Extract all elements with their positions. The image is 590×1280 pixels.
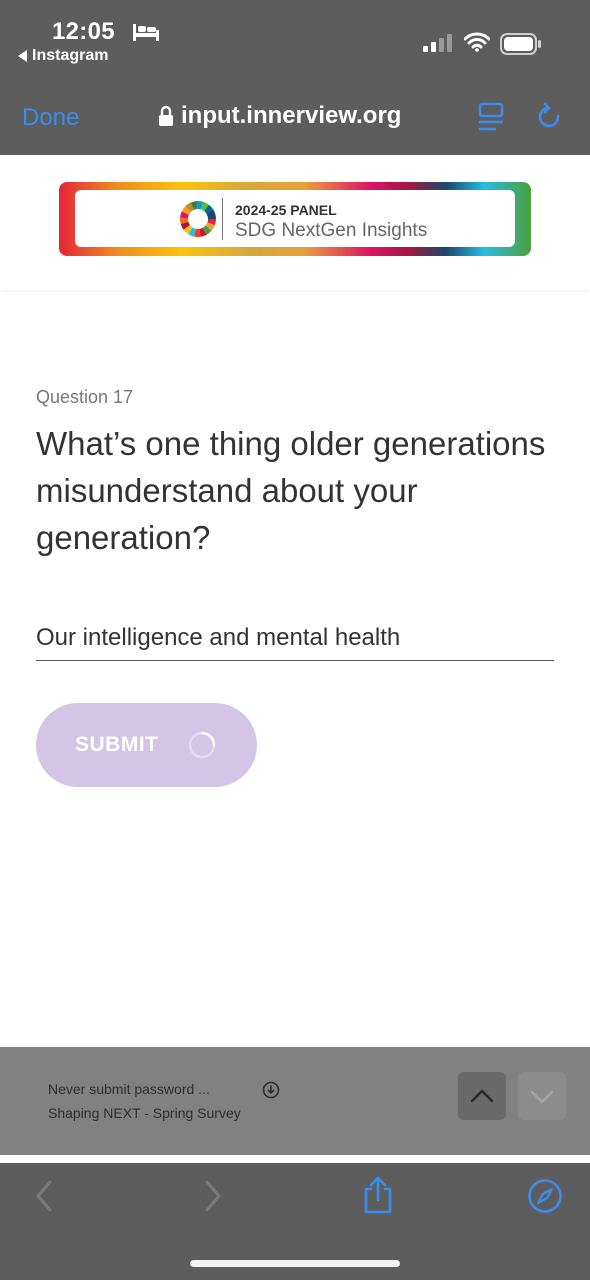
banner-panel-label: 2024-25 PANEL: [235, 202, 337, 218]
accessory-line-2: Shaping NEXT - Spring Survey: [48, 1105, 241, 1121]
previous-field-button[interactable]: [458, 1072, 506, 1120]
wifi-icon: [464, 32, 490, 52]
home-indicator: [190, 1260, 400, 1267]
share-icon[interactable]: [362, 1175, 394, 1215]
back-chevron-icon[interactable]: [34, 1179, 54, 1213]
keyboard-accessory-bar: Never submit password ... Shaping NEXT -…: [0, 1047, 590, 1155]
separator-strip: [0, 1155, 590, 1163]
next-field-button[interactable]: [518, 1072, 566, 1120]
url-text: input.innerview.org: [181, 102, 402, 129]
bottom-toolbar: [0, 1163, 590, 1280]
question-number: Question 17: [36, 387, 134, 407]
top-chrome: 12:05 Instagram Done input.innerview.org: [0, 0, 590, 155]
forward-chevron-icon[interactable]: [203, 1179, 223, 1213]
banner-title: SDG NextGen Insights: [235, 220, 428, 241]
sdg-banner: 2024-25 PANEL SDG NextGen Insights: [59, 182, 531, 256]
back-app-label: Instagram: [32, 47, 109, 64]
safari-compass-icon[interactable]: [527, 1178, 563, 1214]
banner-divider: [222, 198, 223, 240]
back-triangle-icon: [18, 50, 27, 62]
download-icon[interactable]: [262, 1081, 280, 1099]
accessory-line-1[interactable]: Never submit password ...: [48, 1081, 210, 1097]
spinner-icon: [188, 731, 216, 759]
bed-icon: [133, 24, 159, 41]
back-to-app-link[interactable]: Instagram: [18, 47, 108, 65]
sdg-wheel-icon: [180, 201, 216, 237]
banner-inner: 2024-25 PANEL SDG NextGen Insights: [75, 190, 515, 247]
url-bar[interactable]: input.innerview.org: [158, 102, 401, 130]
done-button[interactable]: Done: [22, 104, 79, 132]
chevron-up-icon: [470, 1089, 494, 1103]
reader-icon[interactable]: [478, 102, 504, 132]
page-header: 2024-25 PANEL SDG NextGen Insights: [0, 155, 590, 290]
battery-icon: [500, 33, 541, 55]
question-text: What’s one thing older generations misun…: [36, 425, 546, 556]
status-time: 12:05: [52, 18, 115, 45]
reload-icon[interactable]: [536, 102, 564, 132]
submit-button[interactable]: SUBMIT: [36, 703, 257, 787]
signal-icon: [423, 34, 452, 52]
chevron-down-icon: [530, 1090, 554, 1104]
submit-label: SUBMIT: [75, 733, 159, 756]
answer-input[interactable]: [36, 616, 554, 661]
lock-icon: [159, 105, 173, 126]
